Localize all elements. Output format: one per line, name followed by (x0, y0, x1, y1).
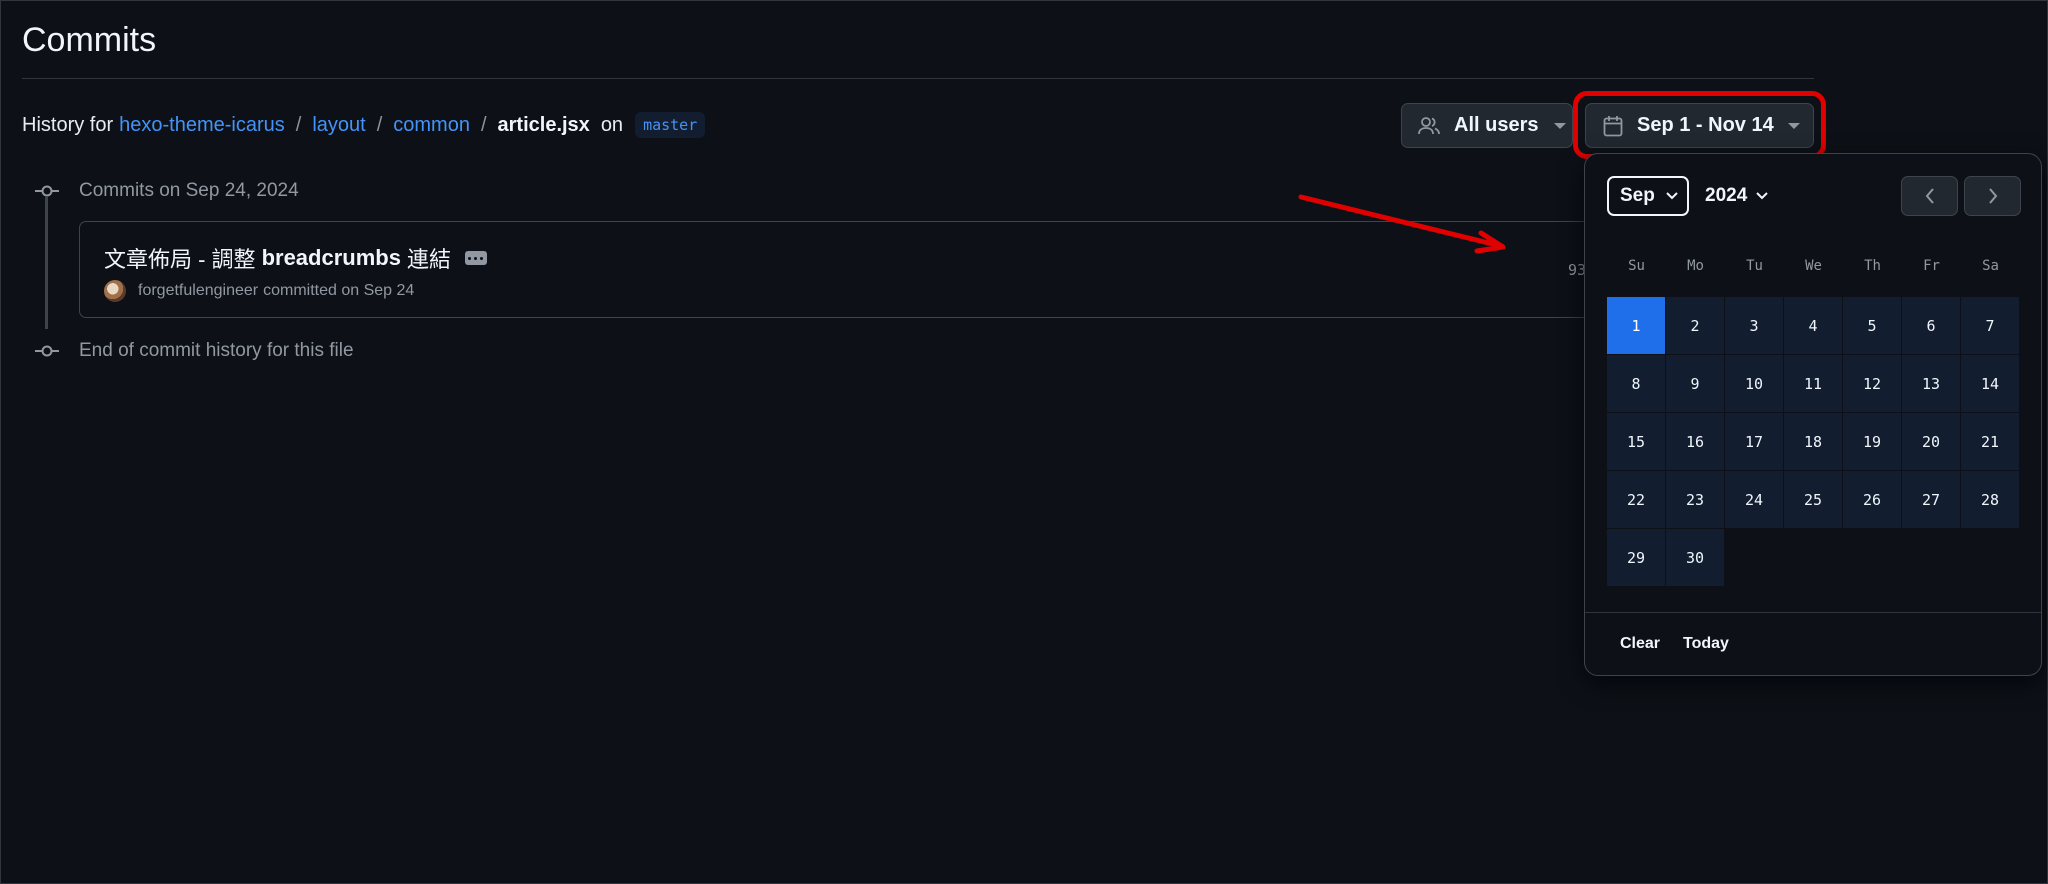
calendar-day[interactable]: 25 (1784, 471, 1842, 528)
calendar-day[interactable]: 3 (1725, 297, 1783, 354)
page-title: Commits (22, 21, 157, 59)
path-separator: / (480, 113, 487, 136)
calendar-day[interactable]: 12 (1843, 355, 1901, 412)
calendar-day[interactable]: 21 (1961, 413, 2019, 470)
calendar-day[interactable]: 23 (1666, 471, 1724, 528)
year-select-value: 2024 (1705, 185, 1748, 206)
calendar-day[interactable]: 1 (1607, 297, 1665, 354)
dir-link-common[interactable]: common (393, 114, 470, 137)
repo-link[interactable]: hexo-theme-icarus (119, 114, 285, 137)
calendar-day[interactable]: 16 (1666, 413, 1724, 470)
calendar-icon (1603, 115, 1623, 136)
path-separator: / (376, 113, 383, 136)
calendar-day[interactable]: 29 (1607, 529, 1665, 586)
month-select-value: Sep (1620, 185, 1655, 206)
commit-message-bold: breadcrumbs (261, 245, 401, 270)
weekday-label: Tu (1746, 258, 1763, 274)
file-name: article.jsx (497, 113, 590, 136)
chevron-down-icon (1554, 122, 1567, 129)
timeline-line (45, 197, 48, 329)
calendar-day[interactable]: 11 (1784, 355, 1842, 412)
calendar-day[interactable]: 9 (1666, 355, 1724, 412)
calendar-day[interactable]: 7 (1961, 297, 2019, 354)
weekday-label: Th (1864, 258, 1881, 274)
chevron-down-icon (1787, 122, 1800, 129)
month-select[interactable]: Sep (1607, 176, 1689, 216)
calendar-day[interactable]: 30 (1666, 529, 1724, 586)
people-icon (1418, 116, 1440, 134)
date-filter-button[interactable]: Sep 1 - Nov 14 (1585, 103, 1814, 148)
commit-node-icon (35, 345, 59, 357)
chevron-down-icon (1666, 192, 1678, 200)
branch-badge[interactable]: master (635, 112, 706, 138)
calendar-day[interactable]: 28 (1961, 471, 2019, 528)
chevron-right-icon (1988, 188, 1997, 204)
title-divider (22, 78, 1814, 79)
committed-text: committed on Sep 24 (263, 282, 415, 299)
calendar-day[interactable]: 2 (1666, 297, 1724, 354)
commit-meta: forgetfulengineer committed on Sep 24 (104, 280, 414, 302)
commit-card[interactable]: 文章佈局 - 調整 breadcrumbs 連結 forgetfulengine… (79, 221, 1639, 318)
calendar-day[interactable]: 27 (1902, 471, 1960, 528)
commit-message-prefix: 文章佈局 - 調整 (104, 247, 256, 272)
calendar-day[interactable]: 19 (1843, 413, 1901, 470)
calendar-day[interactable]: 17 (1725, 413, 1783, 470)
calendar-day[interactable]: 22 (1607, 471, 1665, 528)
on-text: on (600, 113, 624, 136)
calendar-day[interactable]: 5 (1843, 297, 1901, 354)
weekday-label: Fr (1923, 258, 1940, 274)
today-button[interactable]: Today (1683, 635, 1729, 653)
calendar-day[interactable]: 10 (1725, 355, 1783, 412)
previous-month-button[interactable] (1901, 176, 1958, 216)
weekday-header: Su Mo Tu We Th Fr Sa (1607, 258, 2020, 274)
calendar-day[interactable]: 24 (1725, 471, 1783, 528)
calendar-day[interactable]: 6 (1902, 297, 1960, 354)
avatar[interactable] (104, 280, 126, 302)
calendar-day[interactable]: 15 (1607, 413, 1665, 470)
weekday-label: Su (1628, 258, 1645, 274)
year-select[interactable]: 2024 (1705, 176, 1769, 216)
commit-message[interactable]: 文章佈局 - 調整 breadcrumbs 連結 (104, 242, 487, 274)
weekday-label: Mo (1687, 258, 1704, 274)
users-filter-label: All users (1454, 114, 1539, 136)
commit-node-icon (35, 185, 59, 197)
dir-link-layout[interactable]: layout (312, 114, 365, 137)
calendar-day[interactable]: 18 (1784, 413, 1842, 470)
path-separator: / (295, 113, 302, 136)
weekday-label: Sa (1982, 258, 1999, 274)
breadcrumb: History for hexo-theme-icarus / layout /… (22, 111, 706, 139)
calendar-day[interactable]: 13 (1902, 355, 1960, 412)
calendar-footer-divider (1585, 612, 2041, 613)
calendar-day[interactable]: 20 (1902, 413, 1960, 470)
weekday-label: We (1805, 258, 1822, 274)
expand-message-button[interactable] (464, 251, 487, 265)
date-filter-label: Sep 1 - Nov 14 (1637, 114, 1774, 136)
commit-group-label: Commits on Sep 24, 2024 (79, 180, 299, 201)
users-filter-button[interactable]: All users (1401, 103, 1573, 148)
end-of-history-label: End of commit history for this file (79, 340, 354, 361)
chevron-left-icon (1925, 188, 1934, 204)
author-link[interactable]: forgetfulengineer (138, 282, 258, 300)
calendar-day[interactable]: 8 (1607, 355, 1665, 412)
next-month-button[interactable] (1964, 176, 2021, 216)
history-prefix: History for (22, 113, 114, 136)
calendar-day[interactable]: 4 (1784, 297, 1842, 354)
chevron-down-icon (1756, 192, 1768, 200)
clear-button[interactable]: Clear (1620, 635, 1660, 653)
calendar-day[interactable]: 14 (1961, 355, 2019, 412)
date-picker-popover: Sep 2024 Su Mo Tu We Th Fr Sa 1 2 3 4 5 … (1584, 153, 2042, 676)
calendar-day[interactable]: 26 (1843, 471, 1901, 528)
commit-message-suffix: 連結 (406, 247, 451, 272)
calendar-grid: 1 2 3 4 5 6 7 8 9 10 11 12 13 14 15 16 1… (1607, 297, 2020, 586)
